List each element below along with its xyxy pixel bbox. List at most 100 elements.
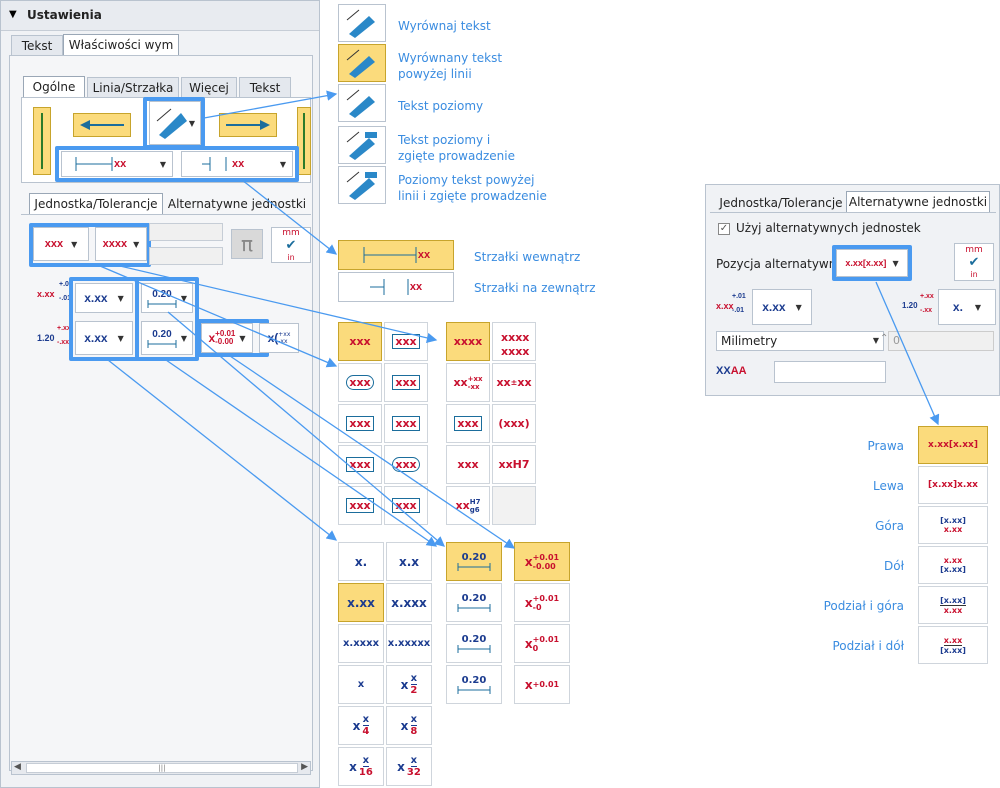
unit-left-cell[interactable]: xxx (384, 486, 428, 525)
unit-field-2[interactable] (149, 247, 223, 265)
precision-cell[interactable]: x.xxxxx (386, 624, 432, 663)
unit-right-cell[interactable]: (xxx) (492, 404, 536, 443)
position-option-label: Dół (884, 559, 904, 573)
unit-left-cell[interactable]: xxx (338, 322, 382, 361)
alt-mm-label: mm (965, 245, 983, 255)
highlight-precision (69, 277, 139, 361)
alt-tab-jednostka[interactable]: Jednostka/Tolerancje (714, 193, 848, 213)
text-align-option-1[interactable] (338, 44, 386, 82)
precision-cell[interactable]: x.xxx (386, 583, 432, 622)
text-align-option-0[interactable] (338, 4, 386, 42)
panel-title: Ustawienia (27, 8, 102, 22)
tab-tekst[interactable]: Tekst (11, 35, 63, 56)
alt-tol-right-icon: 1.20 +.xx -.xx (902, 293, 934, 314)
alt-precision-dropdown[interactable]: x.xx ▼ (752, 289, 812, 325)
precision-cell[interactable]: x.xxxx (338, 624, 384, 663)
arrow-right-button[interactable] (219, 113, 277, 137)
unit-left-cell[interactable]: xxx (338, 445, 382, 484)
alt-mm-in-button[interactable]: mm ✔ in (954, 243, 994, 281)
scroll-thumb[interactable]: ||| (26, 763, 298, 773)
alt-unit-select[interactable]: Milimetry ▼ (716, 331, 884, 351)
left-bar-button[interactable] (33, 107, 51, 175)
collapse-icon[interactable]: ▼ (9, 9, 17, 20)
subtab-alternatywne[interactable]: Alternatywne jednostki (165, 194, 309, 214)
panel-header[interactable]: ▼ Ustawienia (1, 1, 319, 31)
pi-button[interactable]: π (231, 229, 263, 259)
text-align-option-2[interactable] (338, 84, 386, 122)
unit-left-cell[interactable]: xxx (338, 404, 382, 443)
unit-field-1[interactable] (149, 223, 223, 241)
fraction-x: x (352, 718, 361, 733)
alt-precision-dropdown-2[interactable]: x. ▼ (938, 289, 996, 325)
tol-value-cell[interactable]: x +0.01 (514, 665, 570, 704)
fraction-cell[interactable]: xx4 (338, 706, 384, 745)
scroll-right-icon[interactable]: ▶ (301, 762, 308, 772)
text-align-label-2: zgięte prowadzenie (398, 149, 515, 163)
unit-right-cell[interactable]: xxx (446, 404, 490, 443)
arrows-outside-option[interactable]: xx (338, 272, 454, 302)
tab-wlasciwosci[interactable]: Właściwości wym (63, 34, 179, 56)
arrow-left-button[interactable] (73, 113, 131, 137)
position-option[interactable]: x.xx[x.xx] (918, 546, 988, 584)
unit-right-cell[interactable]: xxH7 (492, 445, 536, 484)
alt-tab-alternatywne[interactable]: Alternatywne jednostki (846, 191, 990, 213)
tol-value-stack: +0.01 (533, 680, 559, 689)
alt-checkbox[interactable]: ✓ (718, 223, 730, 235)
unit-left-cell[interactable]: xxx (338, 363, 382, 402)
tol-value-main: x (524, 554, 533, 569)
unit-right-cell[interactable]: xxxx xxxx (492, 322, 536, 361)
precision-cell[interactable]: x (338, 665, 384, 704)
position-option[interactable]: [x.xx]x.xx (918, 586, 988, 624)
alt-position-label: Pozycja alternatywna (716, 257, 844, 271)
scroll-left-icon[interactable]: ◀ (14, 762, 21, 772)
unit-right-cell[interactable]: xx +xx -xx (446, 363, 490, 402)
fraction-cell[interactable]: xx2 (386, 665, 432, 704)
fraction-den: 4 (362, 726, 370, 737)
text-align-option-3[interactable] (338, 126, 386, 164)
arrows-inside-option[interactable]: xx (338, 240, 454, 270)
mm-in-button[interactable]: mm ✔ in (271, 227, 311, 263)
fraction-cell[interactable]: xx8 (386, 706, 432, 745)
tol-value-low: -0.00 (532, 561, 556, 571)
fraction: x 16 (359, 755, 373, 778)
position-option[interactable]: [x.xx]x.xx (918, 466, 988, 504)
unit-right-cell[interactable]: xxxx (446, 322, 490, 361)
right-bar-button[interactable] (297, 107, 311, 175)
subtab-ogolne[interactable]: Ogólne (23, 76, 85, 98)
subtab-linia[interactable]: Linia/Strzałka (87, 77, 179, 98)
text-align-option-4[interactable] (338, 166, 386, 204)
tol-style-cell[interactable]: 0.20 (446, 542, 502, 581)
alt-unit-number[interactable]: 0 (888, 331, 994, 351)
alt-tol-right-up: +.xx (920, 293, 934, 300)
unit-right-cell[interactable]: xx H7 g6 (446, 486, 490, 525)
tol-style-cell[interactable]: 0.20 (446, 665, 502, 704)
tol-value-cell[interactable]: x +0.01 0 (514, 624, 570, 663)
tol-style-cell[interactable]: 0.20 (446, 583, 502, 622)
tol-value-cell[interactable]: x +0.01 -0.00 (514, 542, 570, 581)
position-option[interactable]: x.xx[x.xx] (918, 626, 988, 664)
unit-left-cell[interactable]: xxx (384, 404, 428, 443)
position-option[interactable]: [x.xx]x.xx (918, 506, 988, 544)
subtab-tekst[interactable]: Tekst (239, 77, 291, 98)
precision-cell[interactable]: x. (338, 542, 384, 581)
subtab-wiecej[interactable]: Więcej (181, 77, 237, 98)
fraction-cell[interactable]: x x 16 (338, 747, 384, 786)
tol-value-cell[interactable]: x +0.01 -0 (514, 583, 570, 622)
tol-paren-button[interactable]: x( +xx -xx (259, 323, 299, 353)
unit-right-cell[interactable]: xxx (446, 445, 490, 484)
unit-left-cell[interactable]: xxx (384, 322, 428, 361)
unit-left-cell[interactable]: xxx (338, 486, 382, 525)
fraction-cell[interactable]: x x 32 (386, 747, 432, 786)
precision-cell[interactable]: x.x (386, 542, 432, 581)
alt-tol-left-up: +.01 (732, 293, 746, 300)
unit-right-cell[interactable]: xx ± xx (492, 363, 536, 402)
xxaa-input[interactable] (774, 361, 886, 383)
position-option[interactable]: x.xx[x.xx] (918, 426, 988, 464)
horizontal-scrollbar[interactable]: ◀ ||| ▶ (11, 761, 311, 775)
precision-cell[interactable]: x.xx (338, 583, 384, 622)
tol-style-cell[interactable]: 0.20 (446, 624, 502, 663)
alt-unit-value: Milimetry (721, 334, 778, 348)
unit-left-cell[interactable]: xxx (384, 363, 428, 402)
subtab-jednostka[interactable]: Jednostka/Tolerancje (29, 193, 163, 215)
unit-left-cell[interactable]: xxx (384, 445, 428, 484)
